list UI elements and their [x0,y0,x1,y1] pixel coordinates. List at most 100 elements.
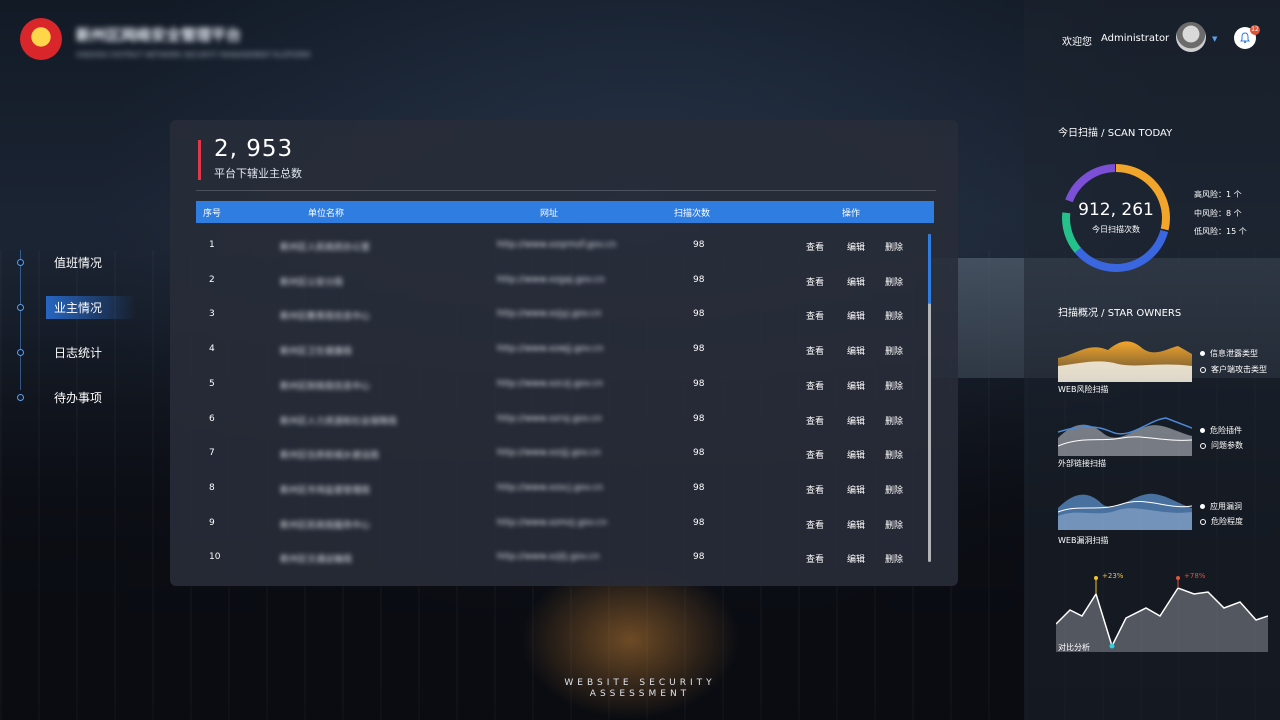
delete-button[interactable]: 删除 [885,344,903,357]
view-button[interactable]: 查看 [806,344,824,357]
app-subtitle: XINZHOU DISTRICT NETWORK SECURITY MANAGE… [76,51,311,59]
cell-unit-name: 新州区住房和城乡建设局 [280,451,380,462]
notification-badge: 12 [1250,25,1260,35]
compare-annotation-1: +23% [1102,572,1124,580]
bell-icon [1240,32,1250,44]
legend-item: 危险插件 [1200,425,1242,436]
chart-caption: WEB漏洞扫描 [1058,536,1109,545]
cell-scan-count: 98 [693,344,705,355]
edit-button[interactable]: 编辑 [847,379,865,392]
view-button[interactable]: 查看 [806,414,824,427]
view-button[interactable]: 查看 [806,379,824,392]
legend-item: 危险程度 [1200,516,1243,527]
brand: 新州区网络安全管理平台 XINZHOU DISTRICT NETWORK SEC… [76,24,311,59]
edit-button[interactable]: 编辑 [847,414,865,427]
table-header: 序号 单位名称 网址 扫描次数 操作 [196,201,934,223]
scrollbar-thumb[interactable] [928,234,931,304]
cell-url: http://www.xzgaj.gov.cn [497,274,605,285]
cell-index: 7 [209,448,215,459]
legend-dot-icon [1200,428,1205,433]
delete-button[interactable]: 删除 [885,309,903,322]
chevron-down-icon[interactable]: ▼ [1212,35,1217,43]
cell-index: 6 [209,413,215,424]
delete-button[interactable]: 删除 [885,275,903,288]
cell-unit-name: 新州区人民政府办公室 [280,243,371,253]
cell-scan-count: 98 [693,517,705,528]
legend-item: 客户端攻击类型 [1200,364,1267,375]
marker-point-2 [1176,576,1180,580]
col-url: 网址 [540,208,559,219]
cell-url: http://www.xzmzj.gov.cn [497,517,607,528]
cell-unit-name: 新州区人力资源和社会保障局 [280,416,398,427]
cell-scan-count: 98 [693,413,705,424]
risk-mid: 中风险：8 个 [1194,209,1242,218]
view-button[interactable]: 查看 [806,240,824,253]
view-button[interactable]: 查看 [806,275,824,288]
legend-item: 信息泄露类型 [1200,348,1258,359]
cell-index: 1 [209,240,215,250]
edit-button[interactable]: 编辑 [847,552,865,565]
legend-dot-icon [1200,351,1205,356]
delete-button[interactable]: 删除 [885,552,903,565]
col-actions: 操作 [842,208,861,219]
nav-item-todo[interactable]: 待办事项 [14,375,164,420]
side-nav: 值班情况 业主情况 日志统计 待办事项 [14,240,164,420]
table-row: 5 新州区财政局信息中心 http://www.xzczj.gov.cn 98 查看 编辑… [196,367,926,401]
cell-url: http://www.xzjyj.gov.cn [497,309,602,320]
edit-button[interactable]: 编辑 [847,344,865,357]
cell-scan-count: 98 [693,378,705,389]
total-accent-bar [198,140,201,180]
cell-scan-count: 98 [693,309,705,320]
nav-item-logs[interactable]: 日志统计 [14,330,164,375]
edit-button[interactable]: 编辑 [847,483,865,496]
username[interactable]: Administrator [1101,33,1169,44]
cell-index: 2 [209,274,215,285]
edit-button[interactable]: 编辑 [847,240,865,253]
view-button[interactable]: 查看 [806,483,824,496]
table-row: 10 新州区交通运输局 http://www.xzjtj.gov.cn 98 查看 编辑 删… [196,540,926,574]
cell-index: 3 [209,309,215,320]
footer-title: WEBSITE SECURITY ASSESSMENT [540,678,740,700]
welcome-text: 欢迎您 [1062,37,1092,48]
nav-item-label: 日志统计 [54,346,103,360]
table-row: 6 新州区人力资源和社会保障局 http://www.xzrsj.gov.cn 98 查… [196,402,926,436]
edit-button[interactable]: 编辑 [847,518,865,531]
nav-item-duty[interactable]: 值班情况 [14,240,164,285]
emblem-logo [20,18,62,60]
marker-point-1 [1094,576,1098,580]
overview-title: 扫描概况 / STAR OWNERS [1058,308,1182,319]
edit-button[interactable]: 编辑 [847,275,865,288]
delete-button[interactable]: 删除 [885,379,903,392]
risk-low: 低风险：15 个 [1194,227,1247,236]
delete-button[interactable]: 删除 [885,483,903,496]
edit-button[interactable]: 编辑 [847,309,865,322]
cell-url: http://www.xzzjj.gov.cn [497,448,601,459]
cell-url: http://www.xzczj.gov.cn [497,378,604,389]
delete-button[interactable]: 删除 [885,414,903,427]
chart-caption: WEB风险扫描 [1058,385,1109,394]
view-button[interactable]: 查看 [806,309,824,322]
owner-total-value: 2, 953 [214,136,294,162]
delete-button[interactable]: 删除 [885,240,903,253]
edit-button[interactable]: 编辑 [847,448,865,461]
table-row: 9 新州区民政局服务中心 http://www.xzmzj.gov.cn 98 查看 编辑… [196,506,926,540]
cell-url: http://www.xzscj.gov.cn [497,482,604,493]
avatar[interactable] [1176,22,1206,52]
view-button[interactable]: 查看 [806,448,824,461]
table-row: 4 新州区卫生健康局 http://www.xzwjj.gov.cn 98 查看 编辑 删除 [196,332,926,366]
table-row: 7 新州区住房和城乡建设局 http://www.xzzjj.gov.cn 98 查看 编… [196,436,926,470]
delete-button[interactable]: 删除 [885,518,903,531]
legend-item: 应用漏洞 [1200,501,1242,512]
legend-dot-icon [1200,504,1205,509]
view-button[interactable]: 查看 [806,518,824,531]
scan-today-label: 今日扫描次数 [1092,225,1140,234]
risk-high: 高风险：1 个 [1194,190,1242,199]
marker-point-low [1109,643,1115,649]
view-button[interactable]: 查看 [806,552,824,565]
nav-item-owners[interactable]: 业主情况 [14,285,164,330]
nav-dot-icon [17,259,24,266]
table-row: 1 新州区人民政府办公室 http://www.xzqrmzf.gov.cn 98 查看… [196,228,926,262]
delete-button[interactable]: 删除 [885,448,903,461]
cell-scan-count: 98 [693,274,705,285]
cell-index: 9 [209,517,215,528]
